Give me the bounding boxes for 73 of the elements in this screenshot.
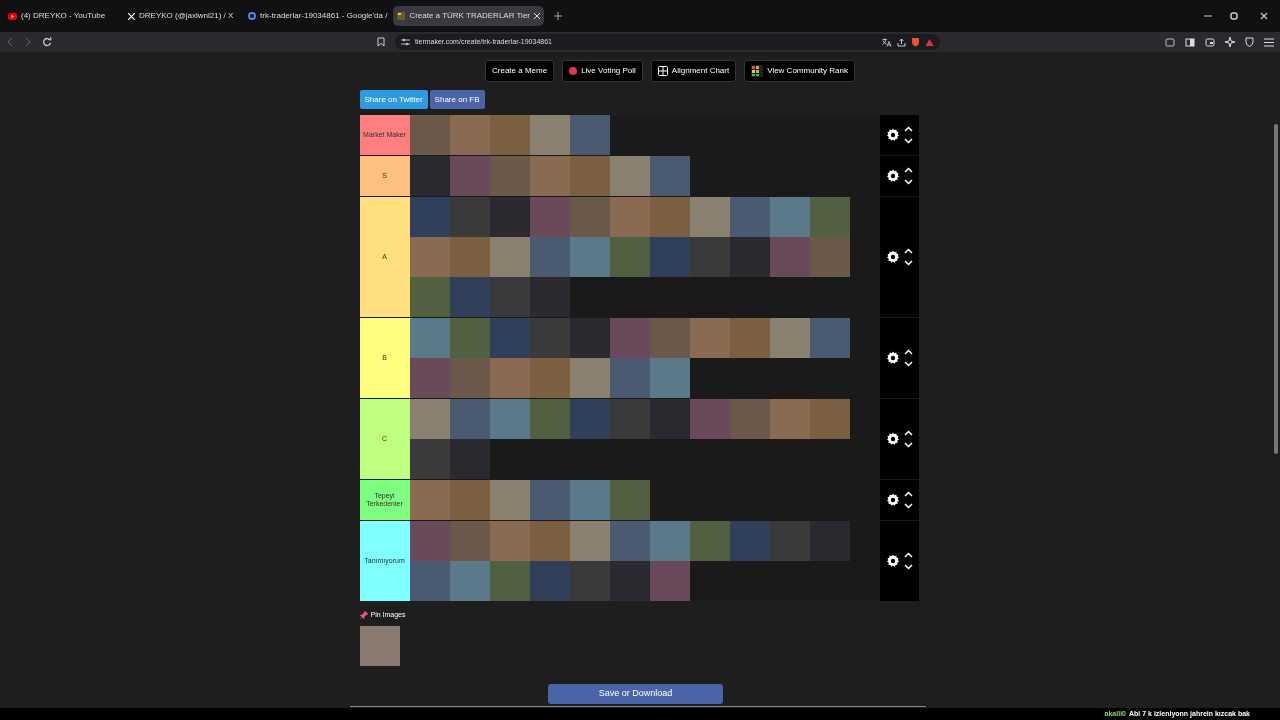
- share-icon[interactable]: [897, 37, 906, 47]
- move-down-icon[interactable]: [903, 442, 913, 448]
- dot-icon: [569, 67, 578, 75]
- back-icon[interactable]: [6, 37, 14, 47]
- toolbar-button[interactable]: Alignment Chart: [650, 60, 737, 82]
- sparkle-icon[interactable]: [1225, 37, 1235, 47]
- settings-icon[interactable]: [885, 169, 900, 183]
- toolbar-button[interactable]: Create a Meme: [485, 60, 555, 82]
- forward-icon[interactable]: [24, 37, 32, 47]
- move-down-icon[interactable]: [903, 179, 913, 185]
- shield-icon[interactable]: [1245, 37, 1254, 47]
- pin-icon: [359, 611, 368, 620]
- toolbar-button[interactable]: View Community Rank: [744, 60, 855, 82]
- move-up-icon[interactable]: [903, 430, 913, 436]
- settings-icon[interactable]: [885, 554, 900, 568]
- tab-title: DREYKO (@jaxlwnl21) / X: [139, 10, 235, 22]
- shield-icon[interactable]: [911, 37, 920, 47]
- tab-title: (4) DREYKO - YouTube: [21, 10, 107, 22]
- site-settings-icon: [401, 38, 410, 46]
- settings-icon[interactable]: [885, 351, 900, 365]
- browser-tab[interactable]: trk-traderlar-19034861 - Google'da /: [244, 6, 392, 26]
- move-up-icon[interactable]: [903, 552, 913, 558]
- reload-icon[interactable]: [42, 37, 52, 47]
- move-up-icon[interactable]: [903, 248, 913, 254]
- colored-circle-icon: [248, 12, 256, 20]
- settings-icon[interactable]: [885, 432, 900, 446]
- wallet-icon[interactable]: [1205, 37, 1215, 47]
- share-button[interactable]: Share on FB: [429, 90, 485, 109]
- close-icon[interactable]: [534, 13, 540, 19]
- move-down-icon[interactable]: [903, 361, 913, 367]
- site-logo-icon: [397, 12, 406, 20]
- browser-tab[interactable]: (4) DREYKO - YouTube: [4, 6, 122, 26]
- translate-icon[interactable]: [882, 37, 892, 47]
- move-up-icon[interactable]: [903, 349, 913, 355]
- restore-icon[interactable]: [1230, 12, 1238, 20]
- tab-title: Create a TÜRK TRADERLAR Tier: [409, 10, 530, 22]
- move-down-icon[interactable]: [903, 503, 913, 509]
- photo-placeholder[interactable]: [409, 318, 450, 358]
- photo-placeholder[interactable]: [409, 439, 450, 479]
- photo-placeholder[interactable]: [409, 521, 450, 561]
- tab-title: trk-traderlar-19034861 - Google'da /: [260, 10, 388, 22]
- move-up-icon[interactable]: [903, 491, 913, 497]
- browser-tab[interactable]: DREYKO (@jaxlwnl21) / X: [124, 6, 242, 26]
- move-down-icon[interactable]: [903, 564, 913, 570]
- scrollbar[interactable]: [1274, 124, 1278, 454]
- settings-icon[interactable]: [885, 493, 900, 507]
- x-logo-icon: [128, 12, 135, 20]
- photo-placeholder[interactable]: [409, 561, 450, 601]
- close-icon[interactable]: [1260, 12, 1268, 20]
- play-logo-icon: [8, 12, 17, 20]
- grid-icon: [657, 66, 668, 76]
- move-up-icon[interactable]: [903, 167, 913, 173]
- toolbar-button[interactable]: Live Voting Poll: [562, 60, 643, 82]
- move-up-icon[interactable]: [903, 126, 913, 132]
- browser-tab[interactable]: Create a TÜRK TRADERLAR Tier: [393, 6, 544, 26]
- move-down-icon[interactable]: [903, 138, 913, 144]
- photo-placeholder[interactable]: [409, 156, 450, 196]
- photo-placeholder[interactable]: [359, 625, 400, 666]
- wallet-icon[interactable]: [1165, 37, 1175, 47]
- minimize-icon[interactable]: [1204, 15, 1212, 17]
- settings-icon[interactable]: [885, 250, 900, 264]
- sidebar-icon[interactable]: [1185, 37, 1195, 47]
- move-down-icon[interactable]: [903, 260, 913, 266]
- settings-icon[interactable]: [885, 128, 900, 142]
- new-tab-icon[interactable]: [554, 12, 562, 20]
- bookmark-icon[interactable]: [377, 37, 385, 47]
- menu-icon[interactable]: [1264, 37, 1274, 47]
- colored-squares-icon: [751, 65, 764, 77]
- photo-placeholder[interactable]: [409, 358, 450, 398]
- photo-placeholder[interactable]: [409, 277, 450, 317]
- save-or-download-button[interactable]: Save or Download: [548, 684, 723, 704]
- triangle-icon[interactable]: [925, 37, 934, 47]
- photo-placeholder[interactable]: [409, 197, 450, 237]
